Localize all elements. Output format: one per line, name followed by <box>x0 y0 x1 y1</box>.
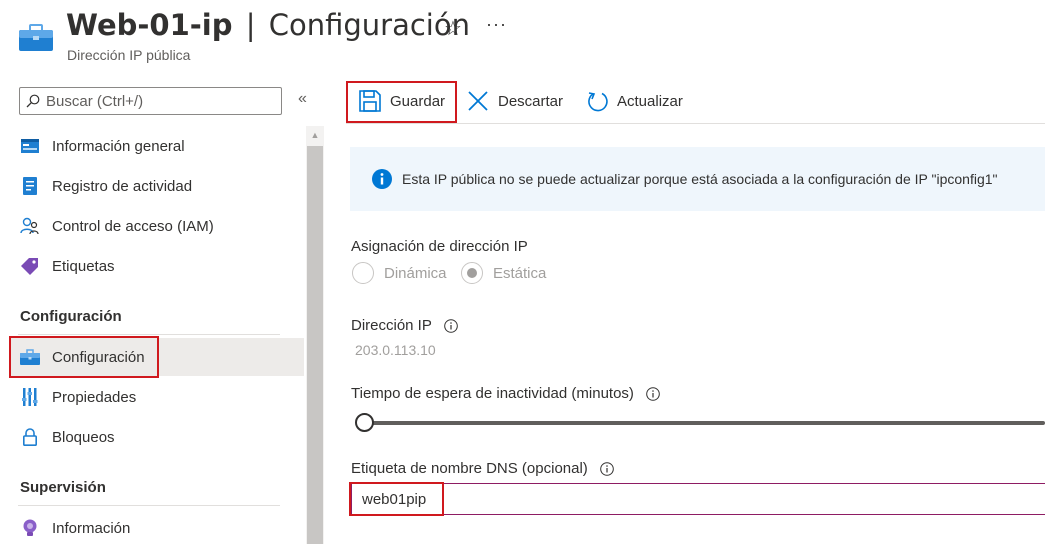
favorite-star-icon[interactable]: ☆ <box>444 16 462 41</box>
idle-timeout-label: Tiempo de espera de inactividad (minutos… <box>351 385 660 402</box>
sidebar-item-label: Bloqueos <box>52 428 115 446</box>
sidebar-item-properties[interactable]: Propiedades <box>10 378 304 416</box>
sidebar-item-activity-log[interactable]: Registro de actividad <box>10 167 304 205</box>
idle-timeout-label-text: Tiempo de espera de inactividad (minutos… <box>351 385 634 402</box>
sidebar-item-tags[interactable]: Etiquetas <box>10 247 304 285</box>
access-control-icon <box>20 216 40 236</box>
more-options-icon[interactable]: ··· <box>486 14 507 35</box>
search-icon <box>26 94 40 108</box>
info-message-text: Esta IP pública no se puede actualizar p… <box>402 171 998 187</box>
info-message-bar: Esta IP pública no se puede actualizar p… <box>350 147 1045 211</box>
radio-dynamic[interactable]: Dinámica <box>352 262 447 284</box>
sidebar-item-label: Registro de actividad <box>52 177 193 195</box>
dns-label: Etiqueta de nombre DNS (opcional) <box>351 460 614 477</box>
ip-assignment-label: Asignación de dirección IP <box>351 238 528 255</box>
save-button[interactable]: Guardar <box>359 86 445 116</box>
sidebar-item-label: Información general <box>52 137 185 155</box>
public-ip-resource-icon <box>19 24 53 51</box>
dns-label-text: Etiqueta de nombre DNS (opcional) <box>351 460 588 477</box>
sidebar-search[interactable] <box>19 87 282 115</box>
insights-icon <box>20 518 40 538</box>
ip-assignment-label-text: Asignación de dirección IP <box>351 238 528 255</box>
properties-icon <box>20 387 40 407</box>
save-button-label: Guardar <box>390 92 446 110</box>
resource-name: Web-01-ip <box>66 8 233 42</box>
overview-icon <box>20 136 40 156</box>
refresh-button[interactable]: Actualizar <box>586 86 683 116</box>
discard-button[interactable]: Descartar <box>467 86 563 116</box>
close-icon <box>468 91 488 111</box>
sidebar-item-configuration[interactable]: Configuración <box>10 338 304 376</box>
sidebar-section-configuration: Configuración <box>20 308 122 325</box>
sidebar-item-overview[interactable]: Información general <box>10 127 304 165</box>
tag-icon <box>20 256 40 276</box>
sidebar-item-label: Configuración <box>52 348 145 366</box>
save-icon <box>359 90 381 112</box>
info-tooltip-icon[interactable] <box>646 386 660 401</box>
collapse-sidebar-icon[interactable]: « <box>298 90 307 108</box>
ip-address-value: 203.0.113.10 <box>355 342 436 358</box>
sidebar-item-access-control[interactable]: Control de acceso (IAM) <box>10 207 304 245</box>
dns-label-field[interactable] <box>351 483 1045 515</box>
lock-icon <box>20 427 40 447</box>
sidebar-item-label: Información <box>52 519 131 537</box>
dns-label-input[interactable] <box>352 484 1045 514</box>
sidebar-divider <box>18 334 280 335</box>
page-title: Web-01-ip | Configuración <box>66 8 470 42</box>
configuration-icon <box>20 347 40 367</box>
sidebar-item-label: Propiedades <box>52 388 137 406</box>
sidebar-item-insights[interactable]: Información <box>10 509 304 544</box>
resource-type-subtitle: Dirección IP pública <box>67 47 191 63</box>
idle-timeout-slider-thumb[interactable] <box>355 413 374 432</box>
refresh-icon <box>588 92 608 112</box>
sidebar-divider <box>18 505 280 506</box>
scroll-up-arrow-icon[interactable]: ▲ <box>306 126 324 144</box>
discard-button-label: Descartar <box>498 92 564 110</box>
radio-dynamic-label: Dinámica <box>384 264 447 282</box>
idle-timeout-slider-track[interactable] <box>356 421 1045 425</box>
sidebar-item-label: Control de acceso (IAM) <box>52 217 214 235</box>
radio-static[interactable]: Estática <box>461 262 546 284</box>
blade-name: Configuración <box>268 8 470 42</box>
radio-dynamic-circle[interactable] <box>352 262 374 284</box>
activity-log-icon <box>20 176 40 196</box>
sidebar-item-locks[interactable]: Bloqueos <box>10 418 304 456</box>
ip-address-label-text: Dirección IP <box>351 317 432 334</box>
info-tooltip-icon[interactable] <box>444 318 458 333</box>
info-tooltip-icon[interactable] <box>599 461 614 476</box>
search-input[interactable] <box>46 92 266 110</box>
title-separator: | <box>245 8 256 42</box>
scrollbar-thumb[interactable] <box>307 146 323 544</box>
ip-address-label: Dirección IP <box>351 317 458 334</box>
toolbar-divider <box>346 123 1045 124</box>
sidebar-item-label: Etiquetas <box>52 257 115 275</box>
radio-static-circle[interactable] <box>461 262 483 284</box>
refresh-button-label: Actualizar <box>617 92 683 110</box>
info-icon <box>372 169 392 189</box>
radio-static-label: Estática <box>493 264 547 282</box>
sidebar-section-monitoring: Supervisión <box>20 479 106 496</box>
